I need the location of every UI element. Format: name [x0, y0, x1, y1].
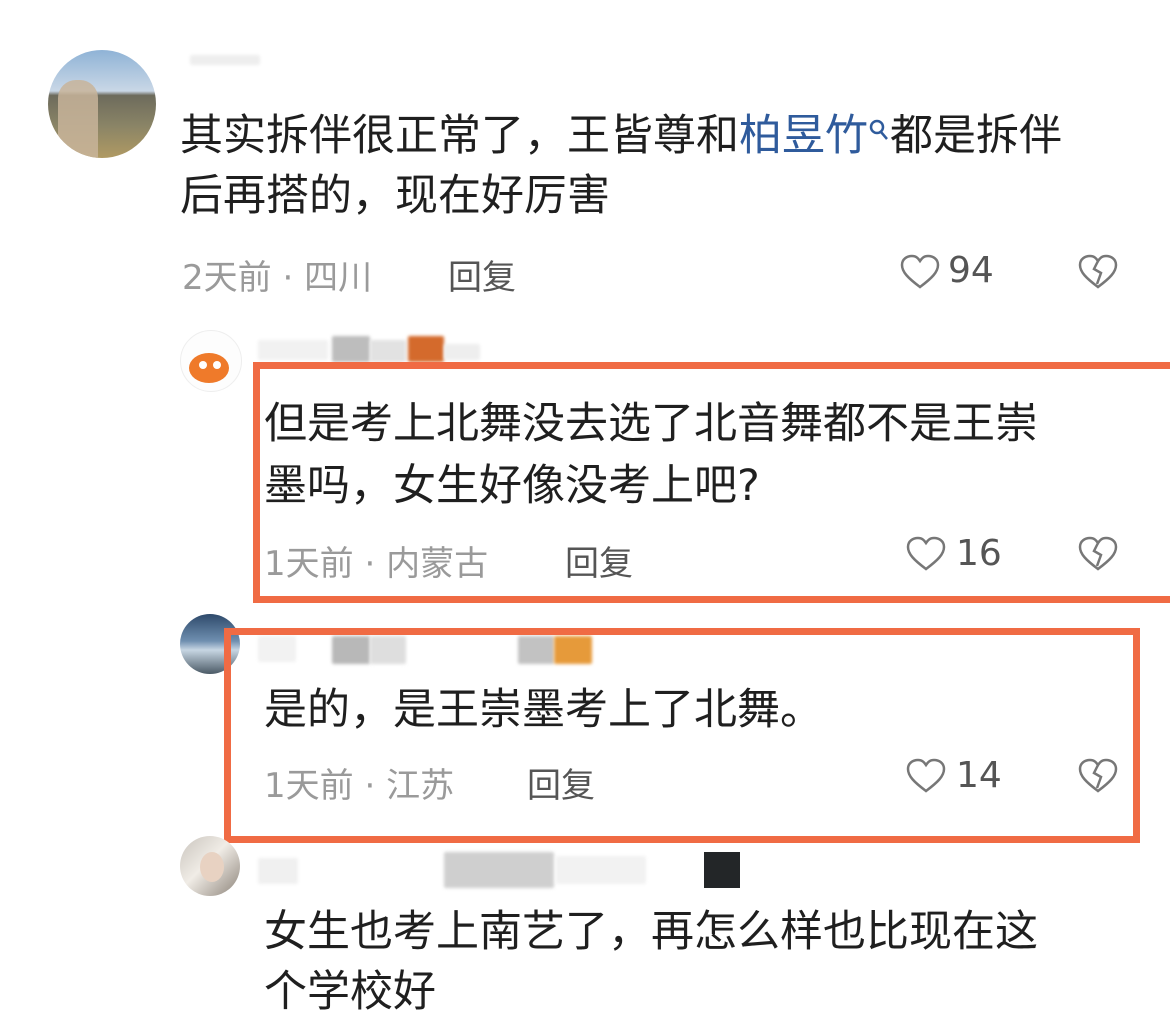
- comment-text-line1: 其实拆伴很正常了，王皆尊和柏昱竹 都是拆伴: [180, 111, 1062, 161]
- heart-outline-icon[interactable]: [906, 758, 946, 794]
- username-redacted: [556, 856, 646, 884]
- dislike-broken-heart-icon[interactable]: [1078, 758, 1118, 794]
- username-redacted: [190, 55, 260, 65]
- username-redacted: [258, 858, 298, 884]
- username-redacted: [258, 340, 328, 360]
- avatar[interactable]: [180, 836, 240, 896]
- comment-meta: 1天前 · 江苏: [264, 766, 455, 806]
- avatar-tiger-face: [189, 353, 229, 383]
- mention-link[interactable]: 柏昱竹: [739, 111, 868, 161]
- heart-outline-icon[interactable]: [900, 254, 940, 290]
- avatar[interactable]: [180, 330, 242, 392]
- comment-text-line1: 是的，是王崇墨考上了北舞。: [264, 685, 823, 735]
- like-count: 14: [956, 755, 1002, 796]
- badge-redacted: [408, 336, 444, 362]
- reply-button[interactable]: 回复: [527, 758, 595, 807]
- comment-meta: 2天前 · 四川: [182, 258, 373, 298]
- dislike-broken-heart-icon[interactable]: [1078, 254, 1118, 290]
- badge-redacted: [704, 852, 740, 888]
- comment-text-line2: 个学校好: [264, 967, 436, 1017]
- avatar-tiger-eye: [213, 361, 221, 369]
- comment-text-line1: 但是考上北舞没去选了北音舞都不是王崇: [264, 399, 1038, 449]
- like-count: 16: [956, 533, 1002, 574]
- username-redacted: [444, 344, 480, 360]
- username-redacted: [370, 340, 406, 362]
- comment-text-line2: 后再搭的，现在好厉害: [180, 171, 610, 221]
- avatar-face: [200, 852, 224, 882]
- avatar[interactable]: [48, 50, 156, 158]
- search-icon[interactable]: [868, 118, 890, 144]
- username-redacted: [444, 852, 554, 888]
- comment-meta: 1天前 · 内蒙古: [264, 544, 489, 584]
- comment-text-line2: 墨吗，女生好像没考上吧?: [264, 461, 760, 511]
- username-redacted: [332, 336, 370, 362]
- reply-button[interactable]: 回复: [448, 250, 516, 299]
- reply-button[interactable]: 回复: [565, 536, 633, 585]
- avatar-tiger-eye: [199, 361, 207, 369]
- like-count: 94: [948, 250, 994, 291]
- dislike-broken-heart-icon[interactable]: [1078, 536, 1118, 572]
- avatar-figure: [58, 80, 98, 158]
- heart-outline-icon[interactable]: [906, 536, 946, 572]
- comment-text-line1: 女生也考上南艺了，再怎么样也比现在这: [264, 907, 1038, 957]
